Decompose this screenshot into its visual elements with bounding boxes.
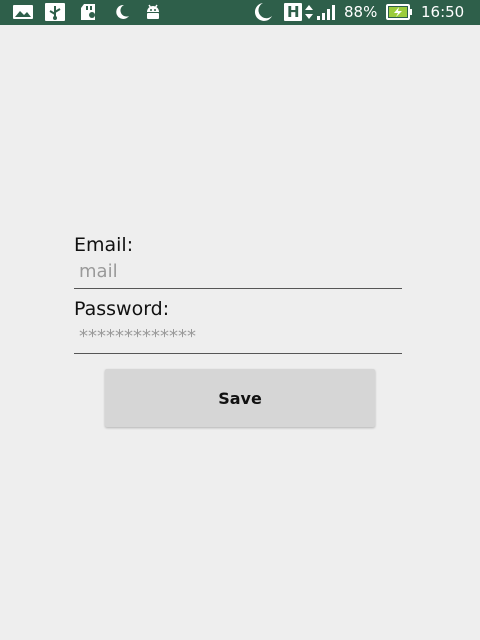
android-icon	[143, 2, 163, 22]
status-bar: H 88% 16:50	[0, 0, 480, 25]
battery-percent: 88%	[344, 3, 378, 21]
save-button[interactable]: Save	[105, 369, 375, 427]
clock-time: 16:50	[421, 3, 465, 21]
email-label: Email:	[74, 234, 134, 256]
app-screen: H 88% 16:50 Email: mail Password: Save	[0, 0, 480, 640]
image-icon	[12, 2, 34, 22]
password-field[interactable]	[74, 320, 402, 354]
usb-icon	[44, 2, 66, 22]
sd-card-icon	[79, 2, 99, 22]
email-field[interactable]	[74, 255, 402, 289]
password-label: Password:	[74, 298, 170, 320]
signal-icon	[316, 2, 338, 22]
network-type-label: H	[287, 3, 300, 21]
moon-icon	[250, 2, 274, 22]
moon-icon	[112, 2, 132, 22]
battery-charging-icon	[386, 2, 414, 22]
data-arrows-icon	[304, 2, 314, 22]
